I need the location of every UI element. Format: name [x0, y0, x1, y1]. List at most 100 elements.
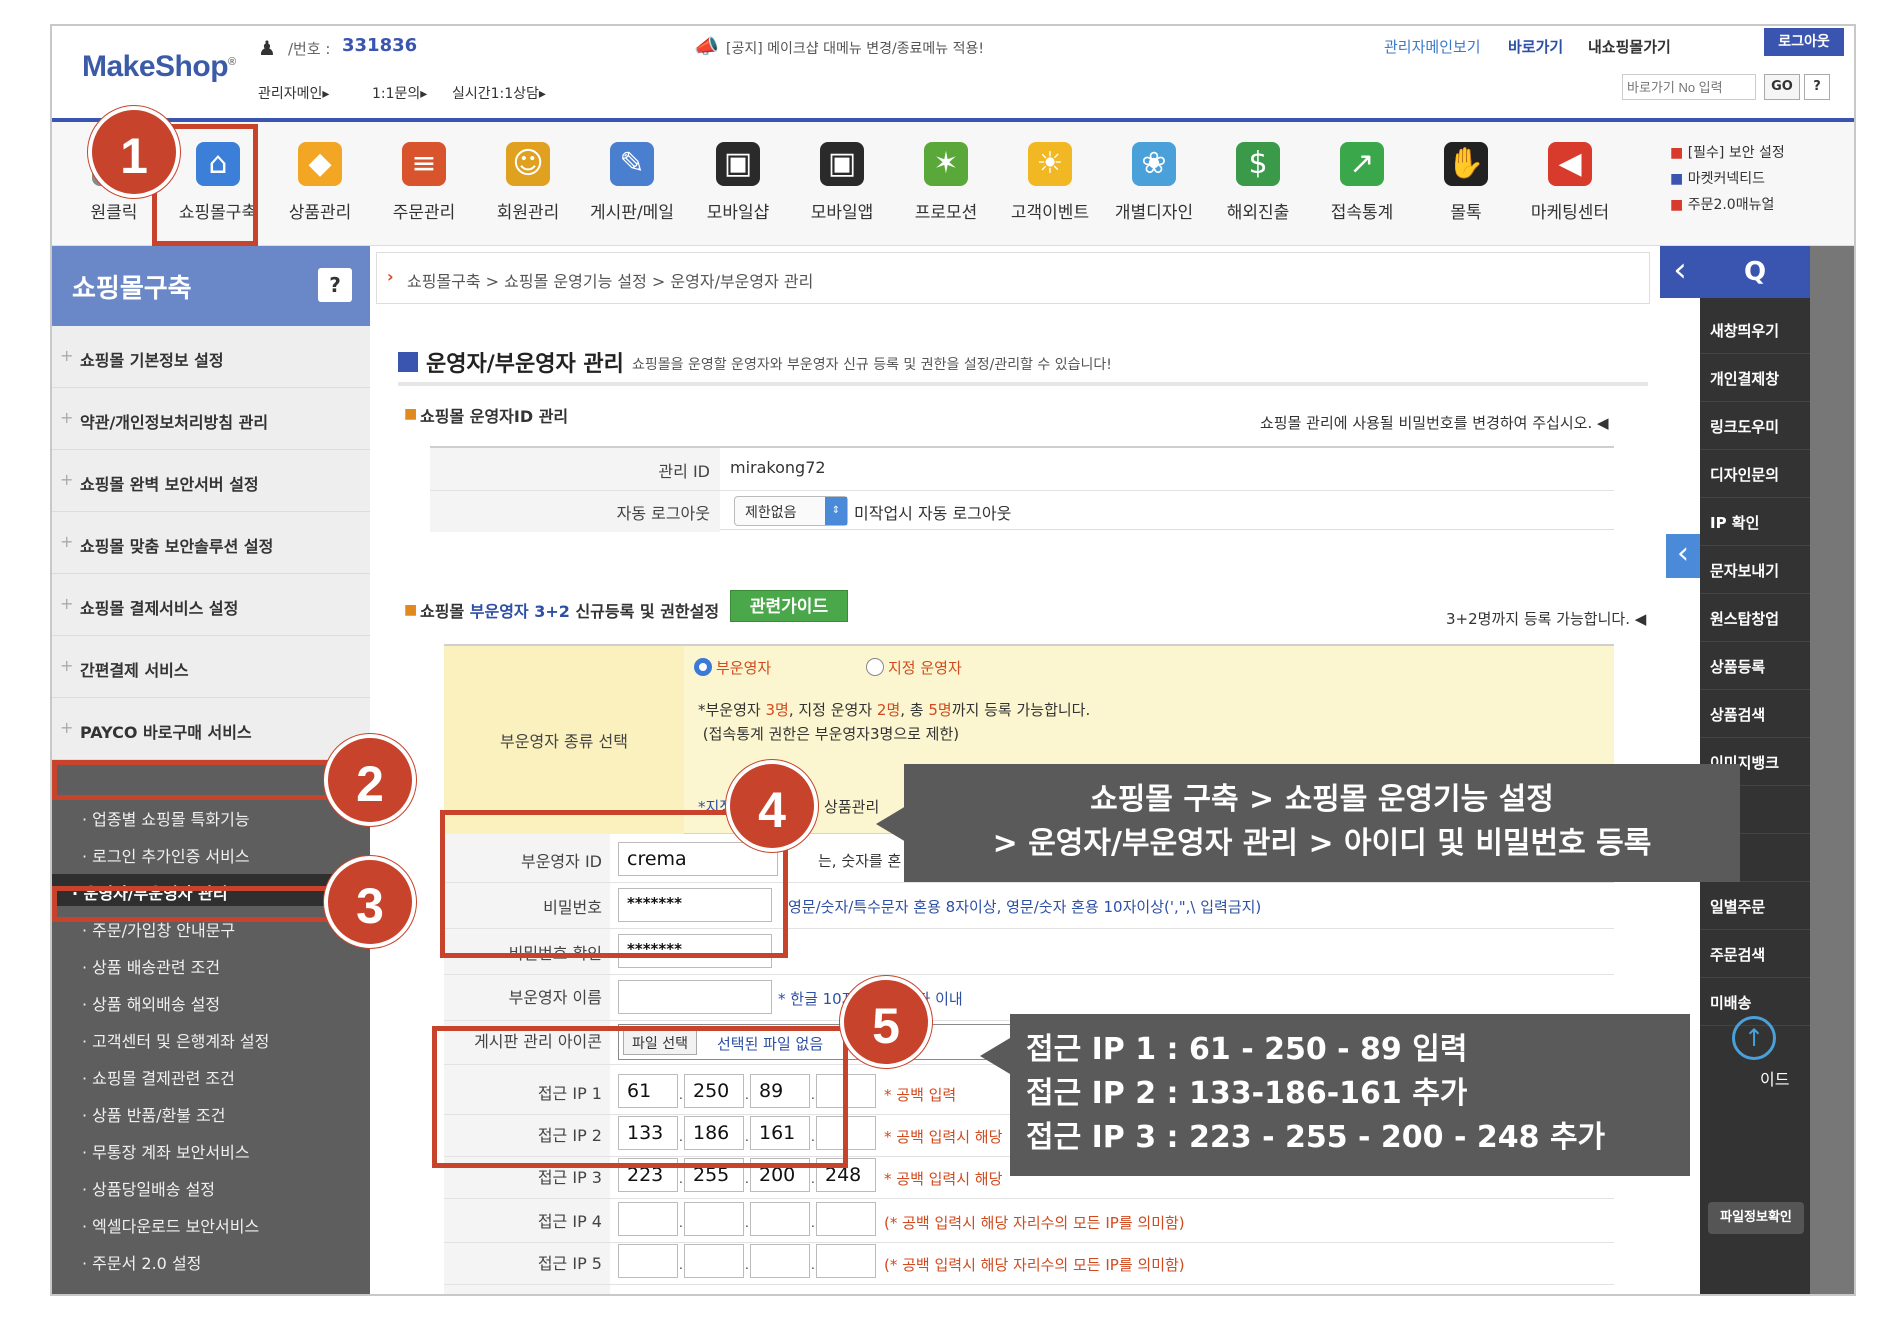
upload-icon[interactable]: ↑ — [1732, 1016, 1776, 1060]
highlight-shop-ops-setting — [52, 760, 330, 800]
sidebar-help-button[interactable]: ? — [318, 268, 352, 302]
main-access-checkbox[interactable] — [620, 1294, 638, 1296]
notice-text[interactable]: [공지] 메이크샵 대메뉴 변경/종료메뉴 적용! — [726, 38, 984, 58]
market-connected-link[interactable]: ■ 마켓커넥티드 — [1670, 166, 1785, 192]
menu-item-8[interactable]: ✶ 프로모션 — [894, 122, 998, 246]
sidebar-item-1[interactable]: + 약관/개인정보처리방침 관리 — [52, 388, 370, 450]
sidebar-subitem-8[interactable]: · 상품 반품/환불 조건 — [52, 1096, 332, 1128]
sub-admin-name-input[interactable] — [618, 980, 772, 1014]
access-ip-4-octet-2[interactable] — [684, 1202, 744, 1236]
rail-item-12[interactable]: 일별주문 — [1700, 882, 1810, 930]
menu-item-9[interactable]: ☀ 고객이벤트 — [998, 122, 1102, 246]
plus-icon: + — [60, 532, 74, 551]
highlight-access-ip — [432, 1026, 848, 1168]
rail-collapse-button[interactable]: ‹ — [1666, 534, 1700, 578]
order-manual-link[interactable]: ■ 주문2.0매뉴얼 — [1670, 192, 1785, 218]
callout-step-5: 접근 IP 1 : 61 - 250 - 89 입력 접근 IP 2 : 133… — [1010, 1014, 1690, 1176]
radio-designated-admin[interactable] — [866, 658, 884, 676]
header-link-admin-main[interactable]: 관리자메인▸ — [258, 83, 329, 103]
sidebar-item-0[interactable]: + 쇼핑몰 기본정보 설정 — [52, 326, 370, 388]
sidebar-subitem-6[interactable]: · 고객센터 및 은행계좌 설정 — [52, 1022, 332, 1054]
menu-item-3[interactable]: ≡ 주문관리 — [372, 122, 476, 246]
sidebar-item-2[interactable]: + 쇼핑몰 완벽 보안서버 설정 — [52, 450, 370, 512]
access-ip-4-octet-3[interactable] — [750, 1202, 810, 1236]
header-link-live-chat[interactable]: 실시간1:1상담▸ — [452, 83, 546, 103]
menu-item-10[interactable]: ❀ 개별디자인 — [1102, 122, 1206, 246]
access-ip-5-octet-2[interactable] — [684, 1244, 744, 1278]
radio-sub-admin[interactable] — [694, 658, 712, 676]
sidebar-subitem-10[interactable]: · 상품당일배송 설정 — [52, 1170, 332, 1202]
related-guide-button[interactable]: 관련가이드 — [730, 590, 848, 622]
sidebar-subitem-12[interactable]: · 주문서 2.0 설정 — [52, 1244, 332, 1276]
menu-item-6[interactable]: ▣ 모바일샵 — [686, 122, 790, 246]
user-number: 331836 — [342, 35, 418, 56]
admin-id-table: 관리 ID mirakong72 자동 로그아웃 제한없음 ⇕ 미작업시 자동 … — [430, 446, 1614, 532]
menu-item-label: 게시판/메일 — [590, 203, 674, 223]
sidebar-subitem-7[interactable]: · 쇼핑몰 결제관련 조건 — [52, 1059, 332, 1091]
rail-item-5[interactable]: 문자보내기 — [1700, 546, 1810, 594]
header-link-qna[interactable]: 1:1문의▸ — [372, 83, 427, 103]
sidebar-subitem-11[interactable]: · 엑셀다운로드 보안서비스 — [52, 1207, 332, 1239]
sidebar-subitem-0[interactable]: · 업종별 쇼핑몰 특화기능 — [52, 800, 332, 832]
sidebar-subitem-5[interactable]: · 상품 해외배송 설정 — [52, 985, 332, 1017]
sidebar-item-5[interactable]: + 간편결제 서비스 — [52, 636, 370, 698]
menu-item-label: 프로모션 — [914, 203, 978, 223]
access-ip-5-octet-4[interactable] — [816, 1244, 876, 1278]
sidebar-subitem-9[interactable]: · 무통장 계좌 보안서비스 — [52, 1133, 332, 1165]
access-ip-4-octet-1[interactable] — [618, 1202, 678, 1236]
my-shop-link[interactable]: 내쇼핑몰가기 — [1588, 36, 1671, 57]
plus-icon: + — [60, 656, 74, 675]
search-icon[interactable]: Q — [1700, 246, 1810, 298]
sidebar-subitem-1[interactable]: · 로그인 추가인증 서비스 — [52, 837, 332, 869]
access-ip-hint-1: * 공백 입력 — [884, 1086, 957, 1104]
menu-item-2[interactable]: ◆ 상품관리 — [268, 122, 372, 246]
menu-item-5[interactable]: ✎ 게시판/메일 — [580, 122, 684, 246]
access-ip-5-octet-3[interactable] — [750, 1244, 810, 1278]
rail-item-7[interactable]: 상품등록 — [1700, 642, 1810, 690]
shortcut-link[interactable]: 바로가기 — [1508, 36, 1563, 57]
menu-item-11[interactable]: $ 해외진출 — [1206, 122, 1310, 246]
menu-item-13[interactable]: ✋ 몰톡 — [1414, 122, 1518, 246]
rail-item-4[interactable]: IP 확인 — [1700, 498, 1810, 546]
makeshop-logo[interactable]: MakeShop® — [82, 50, 236, 84]
rail-item-1[interactable]: 개인결제창 — [1700, 354, 1810, 402]
menu-item-label: 원클릭 — [90, 203, 138, 223]
help-button[interactable]: ? — [1804, 74, 1830, 100]
rail-item-0[interactable]: 새창띄우기 — [1700, 306, 1810, 354]
access-ip-hint-3: * 공백 입력시 해당 — [884, 1170, 1003, 1188]
menu-item-label: 접속통계 — [1330, 203, 1394, 223]
access-ip-hint-5: (* 공백 입력시 해당 자리수의 모든 IP를 의미함) — [884, 1256, 1185, 1274]
go-button[interactable]: GO — [1764, 74, 1800, 100]
sidebar-subitem-4[interactable]: · 상품 배송관련 조건 — [52, 948, 332, 980]
auto-logout-select[interactable]: 제한없음 ⇕ — [734, 496, 848, 526]
file-info-button[interactable]: 파일정보확인 — [1708, 1202, 1804, 1234]
rail-item-2[interactable]: 링크도우미 — [1700, 402, 1810, 450]
menu-item-12[interactable]: ↗ 접속통계 — [1310, 122, 1414, 246]
sidebar-title: 쇼핑몰구축 — [72, 274, 192, 304]
top-header: MakeShop® ♟ /번호 : 331836 관리자메인▸ 1:1문의▸ 실… — [52, 26, 1854, 118]
collapse-sidebar-button[interactable]: ‹ — [1660, 246, 1700, 298]
logout-button[interactable]: 로그아웃 — [1764, 28, 1844, 56]
access-ip-5-octet-1[interactable] — [618, 1244, 678, 1278]
access-ip-4-octet-4[interactable] — [816, 1202, 876, 1236]
sidebar-item-6[interactable]: + PAYCO 바로구매 서비스 — [52, 698, 370, 760]
admin-window: MakeShop® ♟ /번호 : 331836 관리자메인▸ 1:1문의▸ 실… — [50, 24, 1856, 1296]
chameleon-icon: ❀ — [1132, 142, 1176, 186]
rail-item-13[interactable]: 주문검색 — [1700, 930, 1810, 978]
sidebar-item-4[interactable]: + 쇼핑몰 결제서비스 설정 — [52, 574, 370, 636]
step-badge-3: 3 — [324, 856, 416, 948]
radio-designated-admin-label: 지정 운영자 — [888, 659, 962, 677]
plus-icon: + — [60, 470, 74, 489]
access-ip-label-4: 접근 IP 4 — [537, 1212, 602, 1231]
menu-item-14[interactable]: ◀ 마케팅센터 — [1518, 122, 1622, 246]
rail-item-6[interactable]: 원스탑창업 — [1700, 594, 1810, 642]
rail-item-8[interactable]: 상품검색 — [1700, 690, 1810, 738]
admin-main-view-link[interactable]: 관리자메인보기 — [1384, 36, 1481, 57]
menu-item-7[interactable]: ▣ 모바일앱 — [790, 122, 894, 246]
admin-id-label: 관리 ID — [658, 462, 710, 481]
menu-item-4[interactable]: ☺ 회원관리 — [476, 122, 580, 246]
rail-item-3[interactable]: 디자인문의 — [1700, 450, 1810, 498]
sidebar-item-3[interactable]: + 쇼핑몰 맞춤 보안솔루션 설정 — [52, 512, 370, 574]
shortcut-number-input[interactable] — [1622, 74, 1756, 100]
security-setting-link[interactable]: ■ [필수] 보안 설정 — [1670, 140, 1785, 166]
